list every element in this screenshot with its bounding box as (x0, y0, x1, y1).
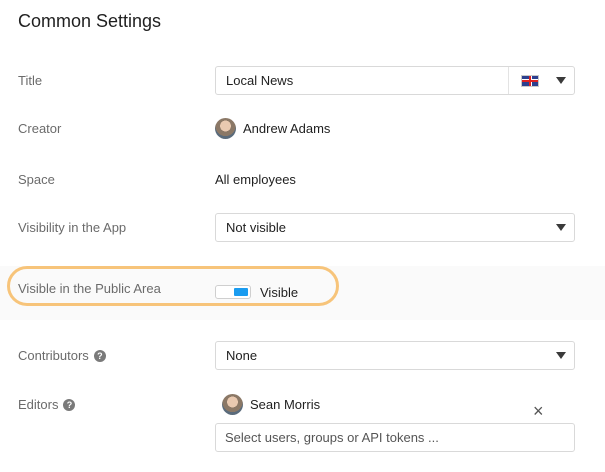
close-icon[interactable]: × (533, 402, 544, 420)
visibility-app-select[interactable]: Not visible (215, 213, 575, 242)
toggle-knob (234, 288, 248, 296)
editors-search-placeholder: Select users, groups or API tokens ... (225, 430, 439, 445)
editor-user: Sean Morris (222, 394, 320, 415)
section-title: Common Settings (18, 11, 162, 31)
public-area-toggle-text: Visible (260, 285, 299, 300)
title-label: Title (18, 73, 43, 88)
chevron-down-icon (556, 352, 566, 359)
chevron-down-icon (556, 224, 566, 231)
visibility-app-label: Visibility in the App (18, 220, 127, 235)
language-dropdown[interactable] (508, 67, 574, 94)
visibility-app-value: Not visible (226, 220, 286, 235)
uk-flag-icon (521, 74, 539, 87)
contributors-label: Contributors ? (18, 348, 106, 363)
contributors-value: None (226, 348, 258, 363)
public-area-toggle[interactable] (215, 285, 251, 299)
title-input[interactable]: Local News (215, 66, 575, 95)
help-icon[interactable]: ? (93, 349, 106, 362)
creator-value: Andrew Adams (215, 118, 330, 139)
help-icon[interactable]: ? (63, 398, 76, 411)
contributors-select[interactable]: None (215, 341, 575, 370)
public-area-label: Visible in the Public Area (18, 281, 161, 296)
editor-user-name: Sean Morris (250, 397, 321, 412)
editors-search-input[interactable]: Select users, groups or API tokens ... (215, 423, 575, 452)
editors-label: Editors ? (18, 397, 76, 412)
space-value: All employees (215, 172, 296, 187)
title-input-value: Local News (226, 73, 294, 88)
editors-label-text: Editors (18, 397, 59, 412)
avatar (222, 394, 243, 415)
avatar (215, 118, 236, 139)
chevron-down-icon (556, 77, 566, 84)
contributors-label-text: Contributors (18, 348, 89, 363)
creator-label: Creator (18, 121, 62, 136)
space-label: Space (18, 172, 55, 187)
creator-name: Andrew Adams (243, 121, 331, 136)
